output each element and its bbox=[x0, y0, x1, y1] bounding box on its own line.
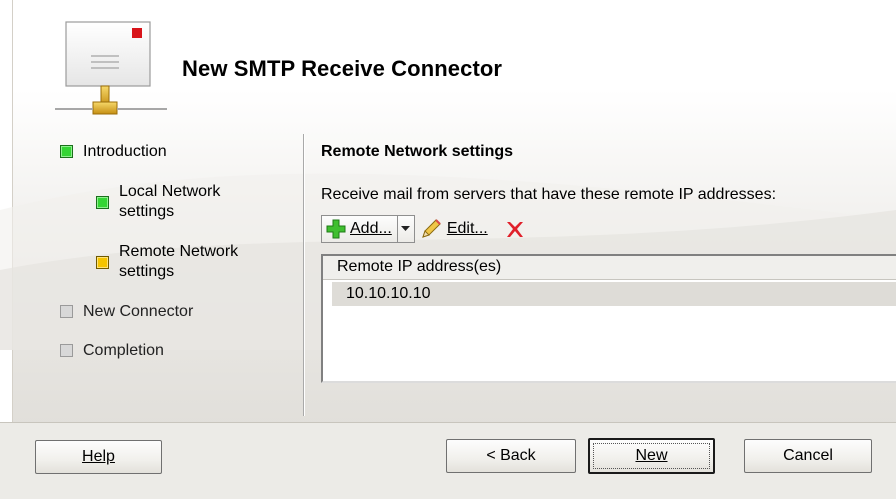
chevron-down-icon bbox=[401, 226, 411, 231]
nav-item-local-network-settings[interactable]: Local Network settings bbox=[96, 182, 259, 222]
nav-item-label: New Connector bbox=[83, 303, 194, 320]
back-button[interactable]: < Back bbox=[446, 439, 576, 473]
cancel-button[interactable]: Cancel bbox=[744, 439, 872, 473]
nav-item-remote-network-settings[interactable]: Remote Network settings bbox=[96, 242, 269, 282]
cancel-label: Cancel bbox=[783, 447, 833, 464]
new-label: New bbox=[635, 447, 668, 464]
edit-label: Edit... bbox=[446, 220, 488, 237]
section-title: Remote Network settings bbox=[321, 143, 514, 160]
step-complete-icon bbox=[60, 145, 73, 158]
step-pending-icon bbox=[60, 344, 73, 357]
description-text: Receive mail from servers that have thes… bbox=[321, 186, 777, 203]
help-button[interactable]: Help bbox=[35, 440, 162, 474]
red-x-icon bbox=[506, 222, 523, 237]
list-item[interactable]: 10.10.10.10 bbox=[332, 282, 896, 306]
add-label: Add... bbox=[350, 220, 392, 237]
nav-item-label: Remote Network settings bbox=[119, 243, 239, 280]
plus-icon bbox=[326, 219, 346, 239]
edit-button[interactable]: Edit... bbox=[419, 215, 488, 243]
nav-item-completion[interactable]: Completion bbox=[60, 341, 164, 361]
smtp-connector-icon bbox=[55, 21, 167, 115]
nav-item-new-connector[interactable]: New Connector bbox=[60, 302, 193, 322]
step-complete-icon bbox=[96, 196, 109, 209]
step-current-icon bbox=[96, 256, 109, 269]
remote-ip-list[interactable]: Remote IP address(es) 10.10.10.10 bbox=[321, 254, 896, 383]
ip-toolbar: Add... Edit... bbox=[321, 214, 526, 244]
step-pending-icon bbox=[60, 305, 73, 318]
back-label: < Back bbox=[486, 447, 536, 464]
nav-item-introduction[interactable]: Introduction bbox=[60, 142, 167, 162]
add-button[interactable]: Add... bbox=[321, 215, 397, 243]
button-bar: Help < Back New Cancel bbox=[0, 422, 896, 499]
nav-item-label: Completion bbox=[83, 342, 164, 359]
new-button[interactable]: New bbox=[588, 438, 715, 474]
nav-item-label: Introduction bbox=[83, 143, 167, 160]
column-header-remote-ip[interactable]: Remote IP address(es) bbox=[323, 256, 896, 280]
nav-item-label: Local Network settings bbox=[119, 183, 221, 220]
vertical-divider bbox=[303, 134, 304, 416]
pencil-icon bbox=[422, 219, 441, 238]
left-edge bbox=[0, 0, 13, 422]
add-dropdown-button[interactable] bbox=[396, 215, 415, 243]
help-label: Help bbox=[82, 448, 115, 465]
delete-button[interactable] bbox=[504, 215, 526, 243]
wizard-title: New SMTP Receive Connector bbox=[182, 56, 503, 81]
